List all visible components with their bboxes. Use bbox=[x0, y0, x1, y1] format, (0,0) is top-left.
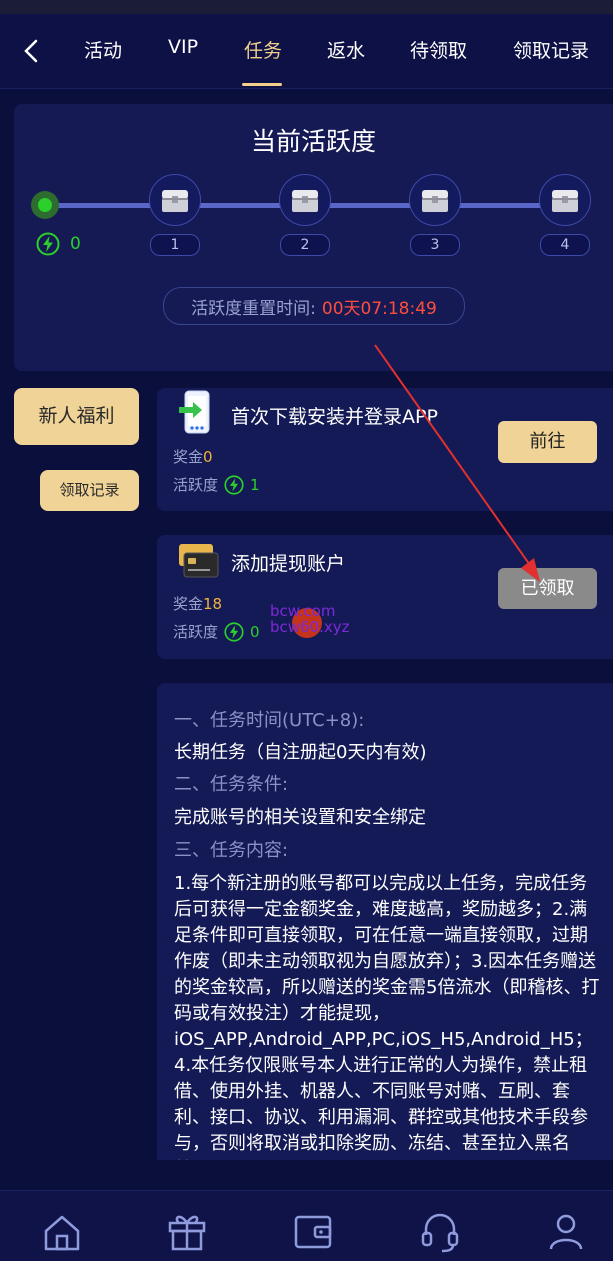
activity-title: 当前活跃度 bbox=[250, 127, 376, 156]
claimed-button[interactable]: 已领取 bbox=[498, 568, 597, 609]
reward-value: 0 bbox=[203, 447, 213, 466]
task-title: 首次下载安装并登录APP bbox=[231, 406, 438, 428]
reward-label: 奖金 bbox=[173, 448, 204, 466]
rules-heading: 三、任务内容: bbox=[174, 840, 289, 861]
watermark-line: bcw.com bbox=[270, 602, 336, 620]
rules-text: 1.每个新注册的账号都可以完成以上任务，完成任务后可获得一定金额奖金，难度越高，… bbox=[174, 873, 600, 1160]
home-icon[interactable] bbox=[40, 1209, 84, 1253]
tab-tasks[interactable]: 任务 bbox=[244, 36, 282, 63]
task-reward: 奖金 18 bbox=[173, 593, 222, 614]
reset-label: 活跃度重置时间: bbox=[191, 298, 316, 319]
tab-vip[interactable]: VIP bbox=[168, 36, 198, 58]
status-strip bbox=[0, 0, 613, 14]
bank-card-icon bbox=[179, 544, 219, 578]
activity-panel: 当前活跃度 0 1 2 3 4 活跃度重置时间: 00天07:18:49 bbox=[14, 104, 613, 371]
tab-claim-records[interactable]: 领取记录 bbox=[513, 36, 589, 63]
current-activity: 0 bbox=[36, 232, 81, 256]
user-icon[interactable] bbox=[544, 1209, 588, 1253]
watermark: bcw.com bcw60.xyz bbox=[270, 603, 350, 635]
rules-text: 完成账号的相关设置和安全绑定 bbox=[174, 807, 426, 828]
reward-value: 18 bbox=[203, 594, 223, 613]
task-card: 首次下载安装并登录APP 奖金 0 活跃度 1 前往 bbox=[157, 388, 613, 511]
lightning-icon bbox=[36, 232, 60, 256]
chest-icon[interactable] bbox=[149, 174, 201, 226]
countdown: 00天07:18:49 bbox=[321, 298, 437, 319]
go-button[interactable]: 前往 bbox=[498, 421, 597, 463]
claim-records-button[interactable]: 领取记录 bbox=[40, 470, 139, 511]
rules-heading: 二、任务条件: bbox=[174, 774, 289, 795]
watermark-line: bcw60.xyz bbox=[270, 618, 350, 636]
reset-timer: 活跃度重置时间: 00天07:18:49 bbox=[163, 287, 465, 325]
rules-text: 长期任务（自注册起0天内有效) bbox=[174, 742, 427, 763]
reward-label: 奖金 bbox=[173, 595, 204, 613]
active-tab-indicator bbox=[242, 83, 282, 86]
task-rules-panel: 一、任务时间(UTC+8): 长期任务（自注册起0天内有效) 二、任务条件: 完… bbox=[157, 683, 613, 1160]
phone-download-icon bbox=[179, 390, 210, 434]
level-label: 3 bbox=[410, 234, 460, 256]
wallet-icon[interactable] bbox=[291, 1209, 335, 1253]
progress-start-dot bbox=[31, 191, 59, 219]
bottom-nav bbox=[0, 1190, 613, 1261]
chest-icon[interactable] bbox=[409, 174, 461, 226]
lightning-icon bbox=[224, 621, 244, 642]
lightning-icon bbox=[224, 474, 244, 495]
back-icon[interactable] bbox=[18, 38, 44, 64]
activity-value: 0 bbox=[250, 622, 260, 641]
tab-pending[interactable]: 待领取 bbox=[410, 36, 467, 63]
gift-icon[interactable] bbox=[165, 1209, 209, 1253]
task-activity: 活跃度 0 bbox=[173, 621, 260, 642]
task-reward: 奖金 0 bbox=[173, 446, 213, 467]
chest-icon[interactable] bbox=[279, 174, 331, 226]
tab-rebate[interactable]: 返水 bbox=[327, 36, 365, 63]
newbie-benefits-button[interactable]: 新人福利 bbox=[14, 388, 139, 445]
activity-label: 活跃度 bbox=[173, 476, 219, 494]
top-nav: 活动 VIP 任务 返水 待领取 领取记录 bbox=[0, 14, 613, 89]
current-activity-value: 0 bbox=[70, 234, 81, 254]
chest-icon[interactable] bbox=[539, 174, 591, 226]
level-label: 4 bbox=[540, 234, 590, 256]
task-card: 添加提现账户 奖金 18 活跃度 0 已领取 bbox=[157, 535, 613, 659]
level-label: 1 bbox=[150, 234, 200, 256]
tab-activity[interactable]: 活动 bbox=[84, 36, 122, 63]
rules-heading: 一、任务时间(UTC+8): bbox=[174, 710, 365, 731]
level-label: 2 bbox=[280, 234, 330, 256]
task-title: 添加提现账户 bbox=[231, 553, 346, 575]
task-activity: 活跃度 1 bbox=[173, 474, 260, 495]
activity-label: 活跃度 bbox=[173, 623, 219, 641]
activity-value: 1 bbox=[250, 475, 260, 494]
headset-icon[interactable] bbox=[418, 1209, 462, 1253]
